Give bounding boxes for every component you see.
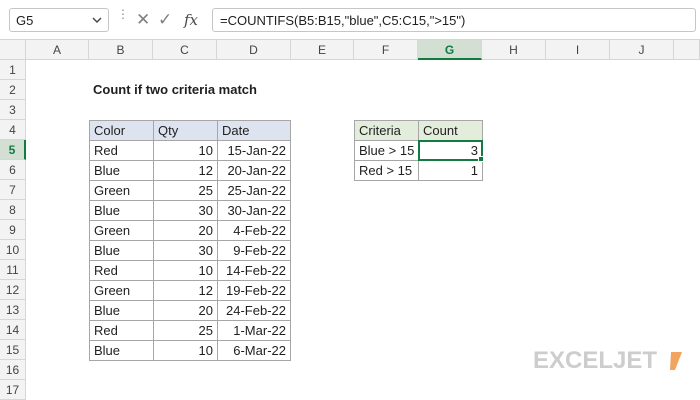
formula-bar: G5 ⋮ ✕ ✓ fx =COUNTIFS(B5:B15,"blue",C5:C… [0, 0, 700, 40]
column-header-h[interactable]: H [482, 40, 546, 60]
row-header-11[interactable]: 11 [0, 260, 26, 280]
row-header-5[interactable]: 5 [0, 140, 26, 160]
summary-header-criteria[interactable]: Criteria [354, 120, 419, 141]
row-header-15[interactable]: 15 [0, 340, 26, 360]
chevron-down-icon[interactable] [91, 12, 103, 31]
summary-header-count[interactable]: Count [418, 120, 483, 141]
column-header-c[interactable]: C [153, 40, 217, 60]
table-cell-qty[interactable]: 25 [153, 320, 218, 341]
row-header-13[interactable]: 13 [0, 300, 26, 320]
table-cell-qty[interactable]: 10 [153, 260, 218, 281]
exceljet-logo-mark-icon [670, 352, 682, 370]
enter-icon[interactable]: ✓ [158, 10, 172, 30]
cancel-icon[interactable]: ✕ [136, 10, 150, 30]
table-cell-color[interactable]: Blue [89, 240, 154, 261]
row-header-12[interactable]: 12 [0, 280, 26, 300]
table-cell-qty[interactable]: 12 [153, 160, 218, 181]
table-cell-date[interactable]: 6-Mar-22 [217, 340, 291, 361]
data-header-qty[interactable]: Qty [153, 120, 218, 141]
worksheet-grid: A B C D E F G H I J 1 2 3 4 5 6 7 8 9 10… [0, 40, 700, 400]
table-cell-color[interactable]: Red [89, 320, 154, 341]
column-header-f[interactable]: F [354, 40, 418, 60]
row-header-9[interactable]: 9 [0, 220, 26, 240]
row-header-4[interactable]: 4 [0, 120, 26, 140]
row-header-8[interactable]: 8 [0, 200, 26, 220]
table-cell-qty[interactable]: 10 [153, 340, 218, 361]
column-header-g[interactable]: G [418, 40, 482, 60]
formula-input[interactable]: =COUNTIFS(B5:B15,"blue",C5:C15,">15") [212, 8, 696, 32]
name-box[interactable]: G5 [9, 8, 109, 32]
formula-bar-actions: ✕ ✓ fx [128, 8, 208, 32]
table-cell-qty[interactable]: 20 [153, 300, 218, 321]
table-cell-color[interactable]: Red [89, 140, 154, 161]
table-cell-date[interactable]: 20-Jan-22 [217, 160, 291, 181]
row-header-17[interactable]: 17 [0, 380, 26, 400]
column-header-a[interactable]: A [26, 40, 89, 60]
table-cell-date[interactable]: 1-Mar-22 [217, 320, 291, 341]
table-cell-qty[interactable]: 10 [153, 140, 218, 161]
row-header-14[interactable]: 14 [0, 320, 26, 340]
table-cell-date[interactable]: 9-Feb-22 [217, 240, 291, 261]
data-header-color[interactable]: Color [89, 120, 154, 141]
select-all-button[interactable] [0, 40, 26, 60]
table-cell-date[interactable]: 19-Feb-22 [217, 280, 291, 301]
table-cell-color[interactable]: Blue [89, 300, 154, 321]
row-header-3[interactable]: 3 [0, 100, 26, 120]
column-header-e[interactable]: E [291, 40, 354, 60]
row-header-1[interactable]: 1 [0, 60, 26, 80]
sheet-title[interactable]: Count if two criteria match [89, 80, 349, 100]
table-cell-color[interactable]: Green [89, 220, 154, 241]
column-header-j[interactable]: J [610, 40, 674, 60]
insert-function-icon[interactable]: fx [184, 11, 198, 29]
table-cell-date[interactable]: 14-Feb-22 [217, 260, 291, 281]
column-header-d[interactable]: D [217, 40, 291, 60]
summary-count-cell[interactable]: 1 [418, 160, 483, 181]
table-cell-date[interactable]: 25-Jan-22 [217, 180, 291, 201]
column-header-i[interactable]: I [546, 40, 610, 60]
row-header-2[interactable]: 2 [0, 80, 26, 100]
table-cell-qty[interactable]: 30 [153, 240, 218, 261]
table-cell-qty[interactable]: 25 [153, 180, 218, 201]
exceljet-logo-text: EXCELJET [533, 347, 658, 374]
table-cell-color[interactable]: Blue [89, 160, 154, 181]
summary-criteria-cell[interactable]: Blue > 15 [354, 140, 419, 161]
data-header-date[interactable]: Date [217, 120, 291, 141]
table-cell-date[interactable]: 30-Jan-22 [217, 200, 291, 221]
table-cell-date[interactable]: 24-Feb-22 [217, 300, 291, 321]
fill-handle[interactable] [478, 156, 484, 162]
row-header-16[interactable]: 16 [0, 360, 26, 380]
active-cell-selection[interactable] [418, 140, 483, 161]
column-header-k[interactable] [674, 40, 700, 60]
row-header-10[interactable]: 10 [0, 240, 26, 260]
table-cell-color[interactable]: Red [89, 260, 154, 281]
table-cell-date[interactable]: 4-Feb-22 [217, 220, 291, 241]
row-header-7[interactable]: 7 [0, 180, 26, 200]
table-cell-date[interactable]: 15-Jan-22 [217, 140, 291, 161]
table-cell-qty[interactable]: 20 [153, 220, 218, 241]
column-header-b[interactable]: B [89, 40, 153, 60]
row-header-6[interactable]: 6 [0, 160, 26, 180]
table-cell-color[interactable]: Green [89, 280, 154, 301]
formula-text: =COUNTIFS(B5:B15,"blue",C5:C15,">15") [220, 13, 466, 28]
name-box-value: G5 [16, 13, 34, 28]
table-cell-color[interactable]: Blue [89, 200, 154, 221]
summary-criteria-cell[interactable]: Red > 15 [354, 160, 419, 181]
table-cell-qty[interactable]: 12 [153, 280, 218, 301]
table-cell-qty[interactable]: 30 [153, 200, 218, 221]
table-cell-color[interactable]: Green [89, 180, 154, 201]
table-cell-color[interactable]: Blue [89, 340, 154, 361]
